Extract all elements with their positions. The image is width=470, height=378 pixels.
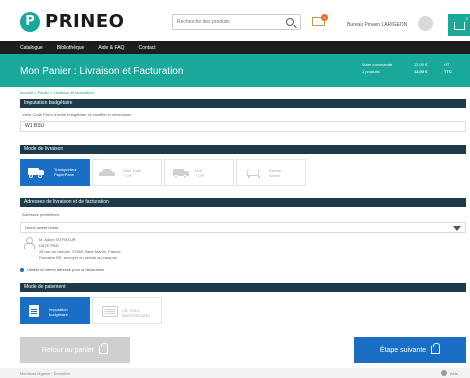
delivery-label: Retrait Atelier xyxy=(269,168,281,178)
next-step-button[interactable]: Étape suivante xyxy=(354,337,466,363)
section-imputation: Imputation budgétaire xyxy=(20,99,466,108)
total-ht-label: 12,00 € xyxy=(414,62,428,67)
back-to-cart-button[interactable]: Retour au panier xyxy=(20,337,130,363)
address-select[interactable]: Home sweet home xyxy=(20,222,466,233)
nav-aide[interactable]: Aide & FAQ xyxy=(98,45,124,51)
help-label: Aide xyxy=(449,370,458,376)
section-delivery: Mode de livraison xyxy=(20,145,466,154)
order-summary-count: 1 produits xyxy=(362,69,380,74)
page-title: Mon Panier : Livraison et Facturation xyxy=(20,66,184,77)
payment-option-card[interactable]: CB, VISA, MASTERCARD xyxy=(92,297,162,324)
breadcrumb[interactable]: Accueil > Panier > Livraison et facturat… xyxy=(20,90,94,95)
bag-icon xyxy=(99,343,109,354)
same-address-label: Utiliser la même adresse pour la factura… xyxy=(27,267,105,272)
user-name[interactable]: Bureau Pinuen LARIGEON xyxy=(347,22,407,28)
bag-icon xyxy=(431,343,441,354)
payment-label: CB, VISA, MASTERCARD xyxy=(122,308,151,318)
cart-badge: 0 xyxy=(465,16,468,21)
logo-mark: P xyxy=(20,11,40,32)
caret-down-icon xyxy=(453,226,461,231)
truck-icon xyxy=(28,168,44,178)
truck-icon xyxy=(173,169,189,179)
card-icon xyxy=(102,306,118,317)
header: P PRINEO 0 Bureau Pinuen LARIGEON 0 xyxy=(0,0,470,41)
section-payment: Mode de paiement xyxy=(20,283,466,292)
delivery-label: Uber Eats + 0 € xyxy=(123,168,141,178)
logo-text: PRINEO xyxy=(45,11,125,32)
address-line-name: M. Adam ISTRATUR xyxy=(39,237,76,242)
address-line-street: 28 rue du chemin, 07800 Saint-Martin, Fr… xyxy=(39,249,121,254)
total-ttc-value: TTC xyxy=(444,69,452,74)
help-icon xyxy=(440,370,447,376)
next-button-label: Étape suivante xyxy=(379,346,427,354)
search-box xyxy=(172,14,301,30)
search-icon[interactable] xyxy=(286,18,294,26)
footer-links[interactable]: Mentions légales · Données xyxy=(20,371,70,376)
payment-label: Imputation budgétaire xyxy=(49,307,68,317)
addresses-sub: Adresses prédéfinies xyxy=(22,212,60,217)
main-nav: Catalogue Bibliothèque Aide & FAQ Contac… xyxy=(0,41,470,54)
imputation-help: Votre Code Prom d'ordre budgétaire, la m… xyxy=(22,112,132,117)
order-summary-label: Votre commande xyxy=(362,62,393,67)
delivery-label: DHL + 0 € xyxy=(195,168,205,178)
notifications[interactable]: 0 xyxy=(312,14,328,26)
delivery-option-uber[interactable]: Uber Eats + 0 € xyxy=(92,159,162,186)
notif-badge: 0 xyxy=(321,14,328,21)
nav-contact[interactable]: Contact xyxy=(138,45,155,51)
same-address-checkbox[interactable]: Utiliser la même adresse pour la factura… xyxy=(20,267,104,272)
footer: Mentions légales · Données Aide xyxy=(0,368,470,378)
nav-catalogue[interactable]: Catalogue xyxy=(20,45,43,51)
payment-option-imputation[interactable]: Imputation budgétaire xyxy=(20,297,90,324)
address-select-value: Home sweet home xyxy=(25,225,59,230)
total-ttc-label: HT xyxy=(444,62,450,67)
help-link[interactable]: Aide xyxy=(440,370,458,376)
delivery-label: Transporteur PaperPane xyxy=(54,167,77,177)
logo[interactable]: P PRINEO xyxy=(20,11,124,32)
cart-icon xyxy=(245,168,260,179)
total-ht-value: 12,00 € xyxy=(414,69,428,74)
person-icon xyxy=(24,237,35,249)
search-input[interactable] xyxy=(173,15,277,29)
section-addresses: Adresses de livraison et de facturation xyxy=(20,198,466,207)
address-line-company: DATE PBD xyxy=(39,243,59,248)
delivery-option-dhl[interactable]: DHL + 0 € xyxy=(164,159,234,186)
back-button-label: Retour au panier xyxy=(41,346,95,354)
avatar[interactable] xyxy=(418,16,433,31)
address-line-note: Domaine RE, envoyer en cellule au campus xyxy=(39,255,117,260)
document-icon xyxy=(29,305,39,317)
delivery-option-transporteur[interactable]: Transporteur PaperPane xyxy=(20,159,90,186)
radio-dot-icon xyxy=(20,267,24,272)
page-banner: Mon Panier : Livraison et Facturation Vo… xyxy=(0,54,470,87)
cart-button[interactable]: 0 xyxy=(448,14,470,36)
nav-bibliotheque[interactable]: Bibliothèque xyxy=(57,45,85,51)
car-icon xyxy=(99,169,115,178)
delivery-option-retrait[interactable]: Retrait Atelier xyxy=(236,159,306,186)
imputation-field[interactable]: W1 BSU xyxy=(20,121,466,132)
